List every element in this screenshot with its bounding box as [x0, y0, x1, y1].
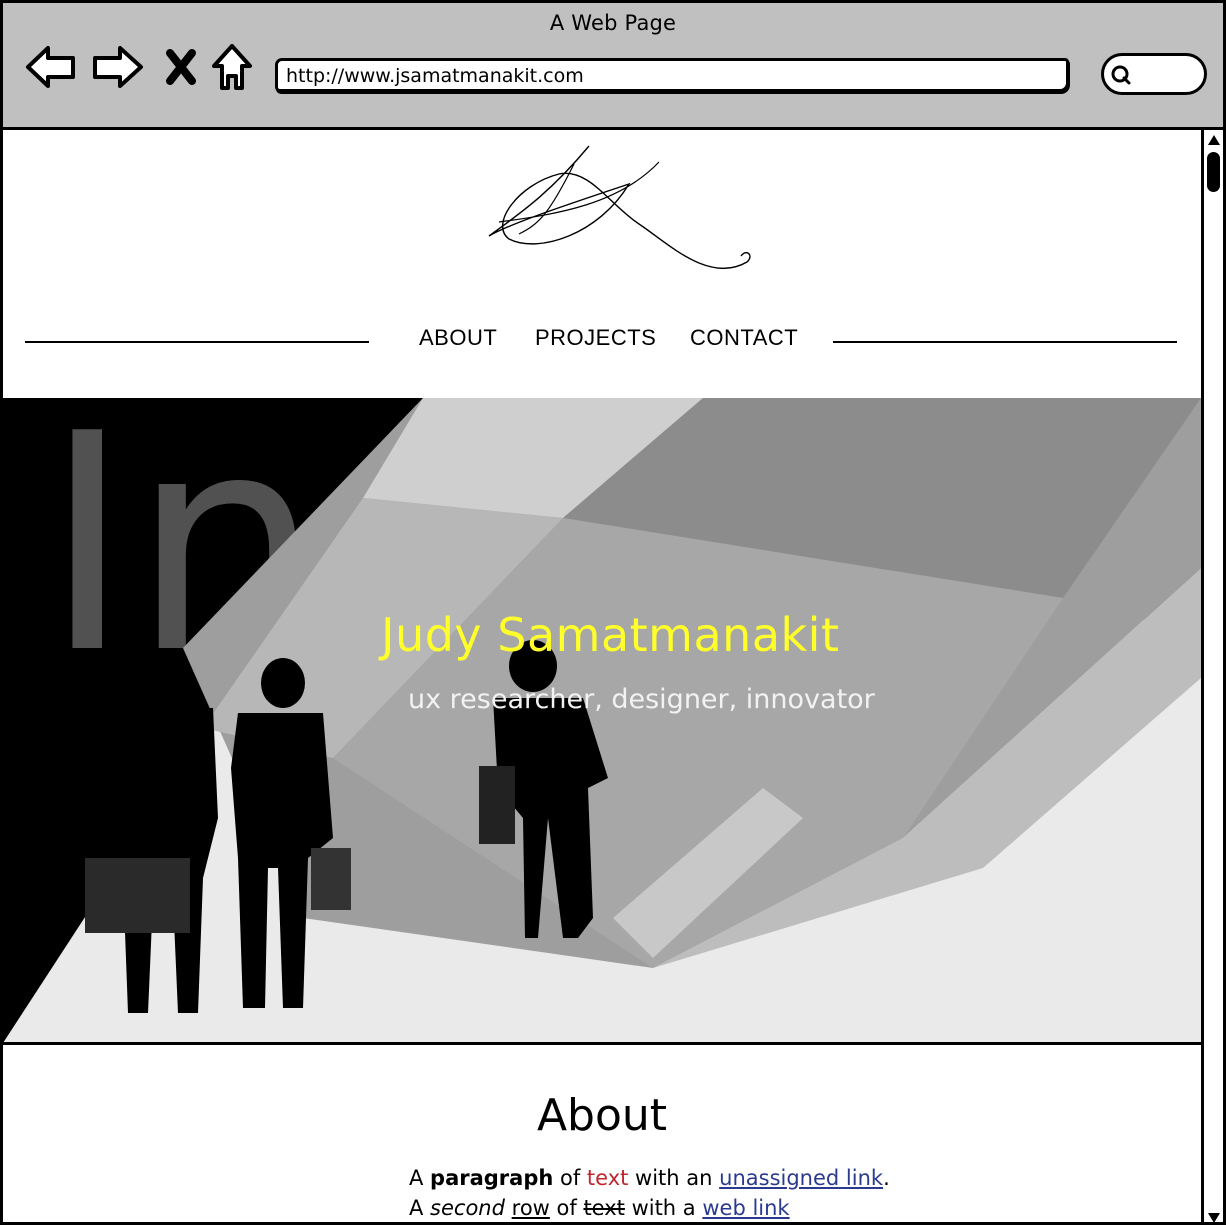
italic-text: second [430, 1196, 505, 1220]
text-segment [505, 1196, 512, 1220]
text-segment: with a [624, 1196, 703, 1220]
red-text: text [586, 1166, 629, 1190]
hero-title: Judy Samatmanakit [381, 608, 840, 662]
signature-logo [488, 145, 751, 269]
nav-divider-right [833, 341, 1177, 343]
search-field[interactable] [1101, 53, 1207, 95]
browser-window: A Web Page http://www.jsamatmanakit.com [0, 0, 1226, 1225]
scroll-down-icon[interactable] [1207, 1211, 1221, 1225]
nav-divider-left [25, 341, 369, 343]
search-icon [1111, 65, 1131, 85]
text-segment: with an [628, 1166, 720, 1190]
page-viewport: ABOUT PROJECTS CONTACT Inno [3, 130, 1201, 1222]
section-divider [3, 1042, 1201, 1045]
text-segment: of [553, 1166, 587, 1190]
nav-link-about[interactable]: ABOUT [419, 325, 497, 351]
hero-image: Inno [3, 398, 1201, 1043]
scroll-thumb[interactable] [1207, 152, 1220, 192]
web-link[interactable]: web link [702, 1196, 789, 1220]
hero-subtitle: ux researcher, designer, innovator [408, 684, 875, 715]
about-heading: About [536, 1090, 668, 1141]
url-text: http://www.jsamatmanakit.com [286, 65, 584, 87]
scroll-up-icon[interactable] [1207, 133, 1221, 147]
bold-text: paragraph [430, 1166, 554, 1190]
vertical-scrollbar[interactable] [1201, 130, 1223, 1225]
text-segment: A [409, 1166, 431, 1190]
text-segment: A [409, 1196, 431, 1220]
unassigned-link[interactable]: unassigned link [719, 1166, 883, 1190]
url-bar[interactable]: http://www.jsamatmanakit.com [275, 58, 1069, 92]
strikethrough-text: text [583, 1196, 625, 1220]
text-segment: of [549, 1196, 584, 1220]
nav-link-projects[interactable]: PROJECTS [535, 325, 656, 351]
nav-link-contact[interactable]: CONTACT [690, 325, 798, 351]
close-icon[interactable] [161, 41, 201, 93]
home-icon[interactable] [209, 41, 255, 93]
site-navigation: ABOUT PROJECTS CONTACT [3, 315, 1201, 367]
underlined-text: row [511, 1196, 550, 1220]
about-paragraph-line-1: A paragraph of text with an unassigned l… [409, 1166, 890, 1190]
text-segment: . [883, 1166, 890, 1190]
back-arrow-icon[interactable] [25, 41, 77, 93]
browser-chrome: A Web Page http://www.jsamatmanakit.com [3, 3, 1223, 130]
about-paragraph-line-2: A second row of text with a web link [409, 1196, 790, 1220]
window-title: A Web Page [549, 11, 677, 35]
forward-arrow-icon[interactable] [91, 41, 145, 93]
hero-banner: Inno [3, 398, 1201, 1043]
